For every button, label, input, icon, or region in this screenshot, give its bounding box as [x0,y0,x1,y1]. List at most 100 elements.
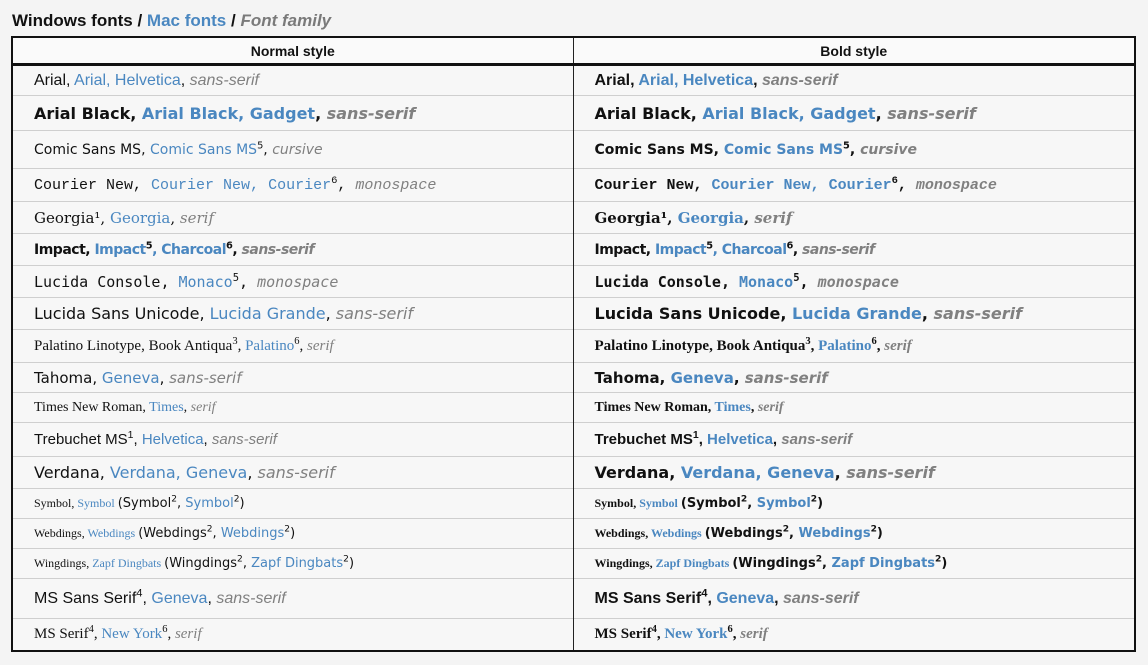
mac-font-name: Helvetica [141,431,204,448]
mac-font-name: Arial, Helvetica [74,71,181,89]
font-cell-bold: MS Serif4, New York6, serif [572,618,1135,651]
separator: , [921,304,934,323]
font-family-generic: serif [884,337,912,354]
windows-font-name: Courier New [34,176,134,194]
font-family-generic: sans-serif [744,368,828,387]
separator: , [698,431,708,448]
separator: , [707,399,715,415]
separator: , [659,368,671,387]
separator: , [159,368,170,387]
windows-font-name: Comic Sans MS [34,141,142,158]
font-family-generic: sans-serif [335,304,414,323]
mac-font-name: Comic Sans MS [723,141,844,158]
font-family-generic: sans-serif [169,368,242,387]
windows-font-name: Palatino Linotype, Book Antiqua [34,337,233,354]
font-cell-normal: Arial Black, Arial Black, Gadget, sans-s… [12,95,573,131]
footnote-marker: 2 [343,554,349,565]
separator: , [897,176,916,194]
font-family-generic: serif [757,399,784,415]
mac-font-name: Webdings [87,526,136,540]
mac-font-name: Verdana, Geneva [109,463,248,482]
font-cell-bold: Comic Sans MS, Comic Sans MS5, cursive [572,130,1135,169]
font-row: Webdings, Webdings (Webdings2, Webdings2… [12,518,1135,549]
font-family-generic: sans-serif [933,304,1023,323]
font-cell-normal: MS Serif4, New York6, serif [12,618,573,651]
mac-font-name: Courier New, Courier [151,176,332,194]
font-row: MS Serif4, New York6, serif MS Serif4, Ne… [12,618,1135,651]
separator: , [772,431,782,448]
footnote-marker: 2 [935,554,942,565]
mac-font-name: Geneva [716,589,775,607]
windows-font-name: Symbol [594,496,634,510]
fallback-fonts: (Symbol2, Symbol2) [680,494,824,511]
font-cell-bold: Arial, Arial, Helvetica, sans-serif [572,64,1135,96]
font-cell-normal: Arial, Arial, Helvetica, sans-serif [12,64,573,96]
mac-font-name: Symbol [756,496,811,511]
separator: , [693,176,712,194]
font-row: Arial, Arial, Helvetica, sans-serif Arial… [12,64,1135,96]
windows-font-name: Times New Roman [594,399,708,415]
separator: , [792,241,803,258]
font-cell-normal: Tahoma, Geneva, sans-serif [12,362,573,393]
font-cell-bold: Courier New, Courier New, Courier6, mono… [572,168,1135,202]
font-family-generic: sans-serif [216,589,286,607]
mac-font-name: , Charcoal [712,241,787,258]
mac-font-name: Geneva [101,368,160,387]
windows-font-name: Symbol [34,496,72,510]
font-cell-normal: Trebuchet MS1, Helvetica, sans-serif [12,422,573,457]
windows-font-name: Trebuchet MS [34,431,128,448]
mac-font-name: Zapf Dingbats [831,556,936,571]
mac-font-name: Zapf Dingbats [251,556,344,571]
separator: , [232,241,242,258]
font-cell-bold: Verdana, Verdana, Geneva, sans-serif [572,456,1135,489]
separator: , [707,589,717,607]
font-cell-bold: Times New Roman, Times, serif [572,392,1135,423]
font-cell-normal: Impact, Impact5, Charcoal6, sans-serif [12,233,573,266]
mac-font-name: Zapf Dingbats [655,556,730,570]
separator: , [92,368,102,387]
windows-font-name: Lucida Sans Unicode [594,304,781,323]
mac-font-name: New York [664,625,728,642]
mac-font-name: Verdana, Geneva [680,463,835,482]
font-family-generic: serif [754,208,793,227]
legend-windows-fonts: Windows fonts [12,11,133,30]
font-row: Symbol, Symbol (Symbol2, Symbol2) Symbol,… [12,488,1135,519]
separator: , [199,304,210,323]
font-cell-normal: Palatino Linotype, Book Antiqua3, Palati… [12,329,573,363]
font-row: MS Sans Serif4, Geneva, sans-serif MS San… [12,578,1135,619]
separator: , [645,241,655,258]
windows-font-name: Verdana [594,463,670,482]
mac-font-name: Impact [654,241,707,258]
windows-font-name: MS Serif [594,625,652,642]
font-family-generic: monospace [257,272,339,291]
separator: , [141,141,150,158]
font-family-generic: sans-serif [887,103,976,123]
footnote-marker: 2 [782,524,790,535]
font-family-generic: serif [740,625,768,642]
separator: , [99,463,110,482]
font-row: Lucida Sans Unicode, Lucida Grande, sans… [12,297,1135,330]
mac-font-name: Monaco [739,272,794,291]
separator: , [690,103,703,123]
mac-font-name: Arial Black, Gadget [702,103,876,123]
font-row: Courier New, Courier New, Courier6, mono… [12,168,1135,202]
font-family-generic: monospace [915,176,997,194]
font-family-generic: serif [179,208,215,227]
font-cell-normal: Symbol, Symbol (Symbol2, Symbol2) [12,488,573,519]
footnote-marker: 2 [206,524,213,535]
windows-font-name: Lucida Console [594,272,721,291]
normal-style-header: Normal style [12,37,573,66]
footnote-marker: 2 [171,494,177,505]
font-family-generic: monospace [817,272,899,291]
windows-font-name: Arial Black [34,103,131,123]
font-family-generic: sans-serif [781,431,853,448]
separator: , [325,304,336,323]
separator: , [133,431,142,448]
font-family-generic: sans-serif [783,589,859,607]
separator: , [713,141,724,158]
font-cell-normal: Webdings, Webdings (Webdings2, Webdings2… [12,518,573,549]
font-cell-normal: Verdana, Verdana, Geneva, sans-serif [12,456,573,489]
separator: , [315,103,327,123]
font-family-generic: sans-serif [211,431,277,448]
mac-font-name: Symbol [639,496,678,510]
